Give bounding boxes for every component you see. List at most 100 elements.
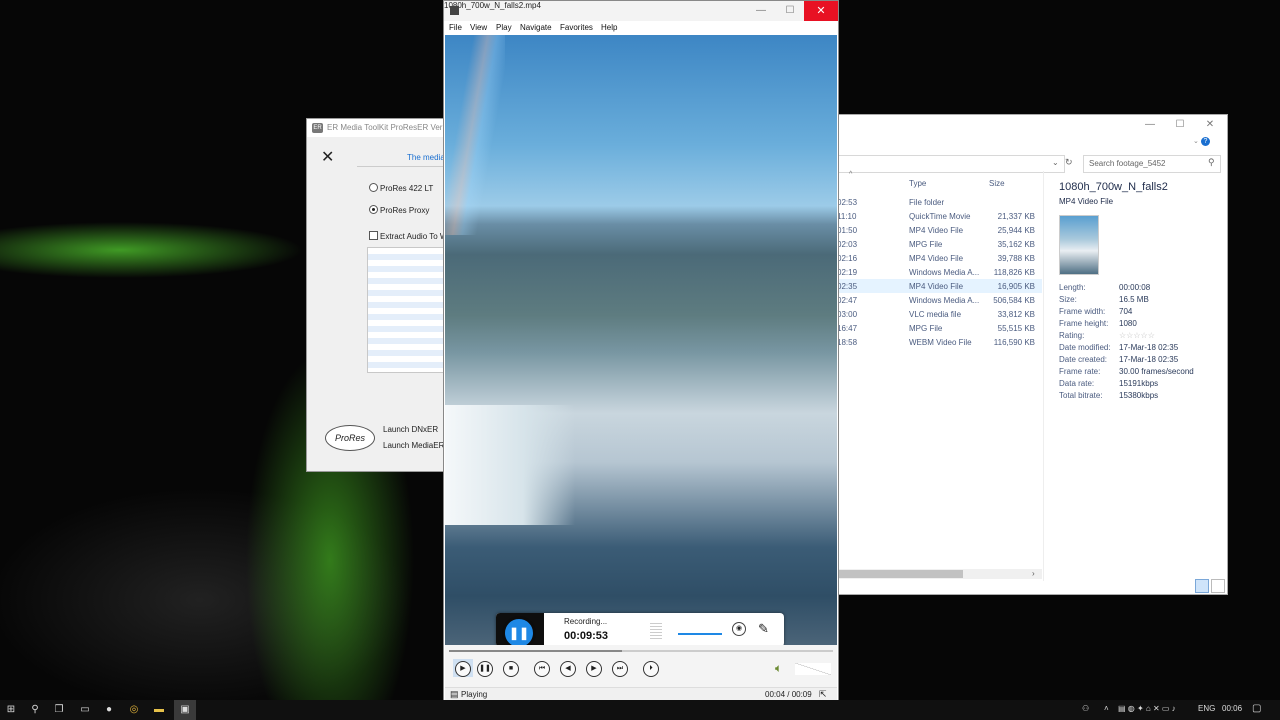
playback-status: Playing bbox=[461, 690, 488, 699]
play-icon[interactable]: ▶ bbox=[455, 661, 471, 677]
chevron-right-icon[interactable]: › bbox=[1032, 569, 1035, 578]
resize-icon[interactable]: ⇱ bbox=[819, 689, 827, 700]
keyboard-icon[interactable]: ▭ bbox=[78, 703, 92, 717]
next-icon[interactable]: ⏭ bbox=[612, 661, 628, 677]
seek-bar[interactable] bbox=[449, 650, 833, 652]
table-row[interactable]: 18:58 WEBM Video File 116,590 KB bbox=[837, 335, 1042, 349]
file-list[interactable] bbox=[367, 247, 449, 373]
column-header-size[interactable]: Size bbox=[989, 179, 1005, 188]
cell-size: 35,162 KB bbox=[997, 240, 1035, 249]
notification-icon[interactable]: ▢ bbox=[1252, 703, 1261, 714]
chevron-down-icon[interactable]: ⌄ bbox=[1052, 158, 1059, 167]
menu-play[interactable]: Play bbox=[496, 23, 512, 32]
menu-file[interactable]: File bbox=[449, 23, 462, 32]
volume-slider[interactable] bbox=[678, 633, 722, 635]
language-indicator[interactable]: ENG bbox=[1198, 704, 1215, 713]
media-player-taskbar-icon[interactable]: ▣ bbox=[174, 700, 196, 720]
pen-icon[interactable]: ✎ bbox=[758, 621, 769, 637]
close-icon[interactable]: ✕ bbox=[804, 1, 838, 21]
cell-date: 11:10 bbox=[837, 212, 857, 221]
radio-button[interactable] bbox=[369, 183, 378, 192]
audio-level-icon bbox=[650, 623, 662, 639]
column-header-type[interactable]: Type bbox=[909, 179, 926, 188]
rewind-icon[interactable]: ◀ bbox=[560, 661, 576, 677]
menu-help[interactable]: Help bbox=[601, 23, 617, 32]
windows-icon[interactable]: ⊞ bbox=[4, 703, 18, 717]
cell-size: 25,944 KB bbox=[997, 226, 1035, 235]
property-value[interactable]: ☆☆☆☆☆ bbox=[1119, 331, 1155, 340]
minimize-icon[interactable]: — bbox=[746, 1, 776, 21]
previous-icon[interactable]: ⏮ bbox=[534, 661, 550, 677]
volume-slider[interactable] bbox=[795, 663, 831, 675]
property-value: 17-Mar-18 02:35 bbox=[1119, 355, 1179, 364]
er-toolkit-titlebar[interactable]: ER ER Media ToolKit ProResER Ver - bbox=[307, 119, 447, 137]
help-icon[interactable]: ? bbox=[1201, 137, 1210, 146]
table-row[interactable]: 16:47 MPG File 55,515 KB bbox=[837, 321, 1042, 335]
table-row[interactable]: 02:19 Windows Media A... 118,826 KB bbox=[837, 265, 1042, 279]
refresh-icon[interactable]: ↻ bbox=[1065, 157, 1073, 168]
stop-icon[interactable]: ■ bbox=[503, 661, 519, 677]
close-icon[interactable]: ✕ bbox=[1195, 115, 1225, 135]
menu-navigate[interactable]: Navigate bbox=[520, 23, 552, 32]
launch-mediaer-link[interactable]: Launch MediaER bbox=[383, 441, 444, 450]
table-row[interactable]: 11:10 QuickTime Movie 21,337 KB bbox=[837, 209, 1042, 223]
property-label: Date created: bbox=[1059, 355, 1108, 364]
rainbow bbox=[445, 35, 505, 235]
property-label: Data rate: bbox=[1059, 379, 1095, 388]
option-label: ProRes Proxy bbox=[380, 206, 430, 215]
divider bbox=[357, 166, 447, 167]
explorer-titlebar[interactable]: — ☐ ✕ bbox=[837, 115, 1227, 135]
table-row[interactable]: 03:00 VLC media file 33,812 KB bbox=[837, 307, 1042, 321]
checkbox[interactable] bbox=[369, 231, 378, 240]
launch-dnxer-link[interactable]: Launch DNxER bbox=[383, 425, 438, 434]
app-logo-icon: ER bbox=[312, 123, 323, 133]
folder-icon[interactable]: ▬ bbox=[152, 703, 166, 717]
forward-icon[interactable]: ▶ bbox=[586, 661, 602, 677]
webcam-icon[interactable]: ◉ bbox=[732, 622, 746, 636]
table-row[interactable]: 02:47 Windows Media A... 506,584 KB bbox=[837, 293, 1042, 307]
radio-button-selected[interactable] bbox=[369, 205, 378, 214]
tiles-view-icon[interactable] bbox=[1211, 579, 1225, 593]
table-row[interactable]: 02:03 MPG File 35,162 KB bbox=[837, 237, 1042, 251]
tools-icon[interactable]: ✕ bbox=[321, 147, 334, 167]
explorer-window: — ☐ ✕ ? ⌄ ⌄ ↻ Search footage_5452 ⚲ ^ Ty… bbox=[836, 114, 1228, 595]
table-row[interactable]: 02:35 MP4 Video File 16,905 KB bbox=[837, 279, 1042, 293]
extract-audio-checkbox[interactable]: Extract Audio To W bbox=[369, 231, 447, 241]
person-icon[interactable]: ⚇ bbox=[1082, 704, 1089, 713]
er-app-icon[interactable]: ● bbox=[102, 703, 116, 717]
chevron-down-icon[interactable]: ⌄ bbox=[1193, 137, 1199, 145]
address-bar[interactable]: ⌄ bbox=[837, 155, 1065, 173]
playback-controls: ▶ ❚❚ ■ ⏮ ◀ ▶ ⏭ ⏵ 🔈︎ bbox=[445, 645, 837, 687]
frame-step-icon[interactable]: ⏵ bbox=[643, 661, 659, 677]
video-frame[interactable] bbox=[445, 35, 837, 645]
table-row[interactable]: 01:50 MP4 Video File 25,944 KB bbox=[837, 223, 1042, 237]
table-row[interactable]: 02:53 File folder bbox=[837, 195, 1042, 209]
tray-icons[interactable]: ▤ ◍ ✦ ⌂ ✕ ▭ ♪ bbox=[1118, 704, 1176, 713]
option-prores-422-lt[interactable]: ProRes 422 LT bbox=[369, 183, 433, 193]
cell-date: 16:47 bbox=[837, 324, 858, 333]
task-view-icon[interactable]: ❐ bbox=[52, 703, 66, 717]
maximize-icon[interactable]: ☐ bbox=[1165, 115, 1195, 135]
horizontal-scrollbar[interactable]: › bbox=[837, 569, 1042, 579]
speaker-icon[interactable]: 🔈︎ bbox=[775, 661, 782, 676]
property-label: Frame width: bbox=[1059, 307, 1106, 316]
search-icon[interactable]: ⚲ bbox=[28, 703, 42, 717]
minimize-icon[interactable]: — bbox=[1135, 115, 1165, 135]
menu-favorites[interactable]: Favorites bbox=[560, 23, 593, 32]
property-value: 15191kbps bbox=[1119, 379, 1159, 388]
document-icon: ▤ bbox=[450, 689, 459, 699]
table-row[interactable]: 02:16 MP4 Video File 39,788 KB bbox=[837, 251, 1042, 265]
recorder-widget: ❚❚ Recording... 00:09:53 ◉ ✎ bbox=[496, 613, 784, 650]
search-input[interactable]: Search footage_5452 ⚲ bbox=[1083, 155, 1221, 173]
chevron-up-icon[interactable]: ˄ bbox=[1104, 704, 1109, 713]
maximize-icon[interactable]: ☐ bbox=[776, 1, 804, 21]
scrollbar-thumb[interactable] bbox=[837, 570, 963, 578]
chrome-icon[interactable]: ◎ bbox=[127, 703, 141, 717]
option-prores-proxy[interactable]: ProRes Proxy bbox=[369, 205, 429, 215]
pause-icon[interactable]: ❚❚ bbox=[477, 661, 493, 677]
property-label: Size: bbox=[1059, 295, 1077, 304]
menu-view[interactable]: View bbox=[470, 23, 487, 32]
media-player-titlebar[interactable]: 1080h_700w_N_falls2.mp4 — ☐ ✕ bbox=[444, 1, 838, 21]
details-view-icon[interactable] bbox=[1195, 579, 1209, 593]
clock[interactable]: 00:06 bbox=[1222, 704, 1242, 713]
